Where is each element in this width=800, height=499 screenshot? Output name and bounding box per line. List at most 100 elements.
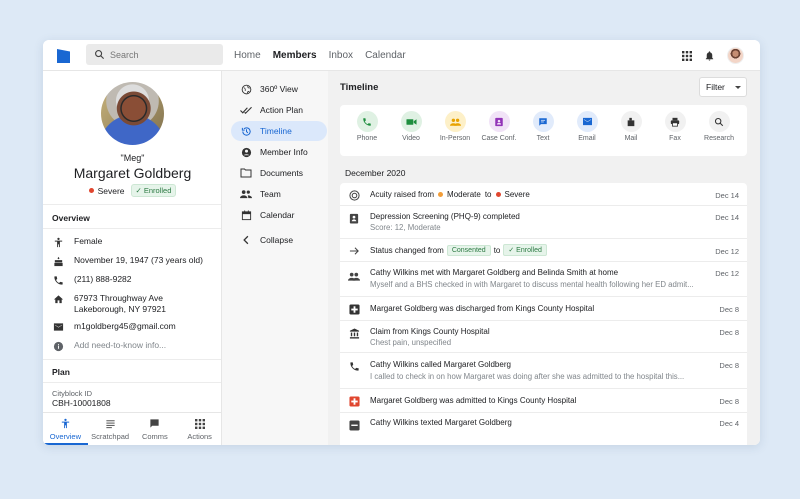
timeline-date: Dec 12 [715, 247, 739, 256]
timeline-text: Status changed from [370, 245, 444, 255]
timeline-row-admitted[interactable]: Margaret Goldberg was admitted to Kings … [340, 389, 747, 413]
timeline-row-meeting[interactable]: Cathy Wilkins met with Margaret Goldberg… [340, 262, 747, 297]
member-profile-panel: "Meg" Margaret Goldberg Severe ✓ Enrolle… [43, 71, 222, 445]
member-nickname: "Meg" [120, 153, 145, 163]
mailbox-icon [620, 111, 642, 132]
timeline-subtitle: Chest pain, unspecified [370, 338, 452, 347]
member-photo [101, 82, 164, 145]
apps-grid-icon[interactable] [682, 50, 692, 61]
page-title: Timeline [340, 82, 379, 93]
hospital-red-icon [348, 395, 360, 407]
timeline-title: Margaret Goldberg was discharged from Ki… [370, 304, 595, 313]
action-label: Video [402, 135, 420, 142]
subnav-calendar[interactable]: Calendar [231, 205, 327, 225]
timeline-date: Dec 12 [715, 269, 739, 278]
action-label: In-Person [439, 135, 471, 142]
divider [43, 359, 221, 360]
tab-label: Scratchpad [91, 432, 130, 441]
action-label: Text [536, 135, 550, 142]
nav-members[interactable]: Members [273, 50, 317, 61]
timeline-row-discharge[interactable]: Margaret Goldberg was discharged from Ki… [340, 297, 747, 321]
action-case-conf[interactable]: Case Conf. [477, 111, 521, 142]
search-input[interactable] [110, 47, 218, 62]
subnav-member-info[interactable]: Member Info [231, 142, 327, 162]
home-icon [52, 293, 64, 305]
tab-scratchpad[interactable]: Scratchpad [88, 413, 133, 445]
bell-icon[interactable] [704, 50, 715, 62]
action-phone[interactable]: Phone [345, 111, 389, 142]
timeline-title: Cathy Wilkins met with Margaret Goldberg… [370, 268, 619, 277]
caret-down-icon [735, 86, 741, 89]
tab-actions[interactable]: Actions [177, 413, 221, 445]
app-window: Home Members Inbox Calendar "Meg" Margar… [43, 40, 760, 445]
tab-comms[interactable]: Comms [133, 413, 178, 445]
timeline-text: to [484, 190, 492, 199]
address-text: 67973 Throughway Ave Lakeborough, NY 9792… [74, 293, 166, 315]
hospital-icon [348, 303, 360, 315]
user-avatar[interactable] [727, 47, 744, 64]
timeline-row-acuity[interactable]: Acuity raised from Moderate to Severe De… [340, 183, 747, 206]
email-row: m1goldberg45@gmail.com [52, 321, 176, 333]
subnav-collapse[interactable]: Collapse [231, 230, 327, 250]
address-row: 67973 Throughway Ave Lakeborough, NY 9792… [52, 293, 166, 315]
action-email[interactable]: Email [565, 111, 609, 142]
subnav-timeline[interactable]: Timeline [231, 121, 327, 141]
action-in-person[interactable]: In-Person [433, 111, 477, 142]
action-label: Mail [624, 135, 638, 142]
nav-inbox[interactable]: Inbox [329, 50, 353, 61]
tab-label: Overview [49, 432, 81, 441]
folder-icon [240, 167, 252, 179]
timeline-title: Acuity raised from Moderate to Severe [370, 190, 530, 199]
nav-calendar[interactable]: Calendar [365, 50, 406, 61]
need-to-know-row[interactable]: Add need-to-know info... [52, 340, 166, 352]
action-label: Phone [356, 135, 378, 142]
subnav-team[interactable]: Team [231, 184, 327, 204]
timeline-text: Acuity raised from [370, 190, 435, 199]
subnav-360-view[interactable]: 360º View [231, 79, 327, 99]
timeline-row-claim[interactable]: Claim from Kings County Hospital Chest p… [340, 321, 747, 353]
timeline-row-texted[interactable]: Cathy Wilkins texted Margaret Goldberg D… [340, 413, 747, 445]
account-circle-icon [240, 146, 252, 158]
timeline-list: Acuity raised from Moderate to Severe De… [340, 183, 747, 445]
gender-row: Female [52, 236, 102, 248]
timeline-row-status[interactable]: Status changed from Consented to ✓ Enrol… [340, 239, 747, 262]
need-to-know-placeholder[interactable]: Add need-to-know info... [74, 340, 166, 351]
phone-icon [356, 111, 378, 132]
phone-icon [348, 360, 360, 372]
divider [43, 382, 221, 383]
search-box[interactable] [86, 44, 223, 65]
action-video[interactable]: Video [389, 111, 433, 142]
action-text[interactable]: Text [521, 111, 565, 142]
tab-overview[interactable]: Overview [43, 413, 88, 445]
severe-dot-icon [495, 192, 501, 197]
phone-text[interactable]: (211) 888-9282 [74, 274, 132, 285]
tab-label: Comms [141, 432, 168, 441]
divider [43, 204, 221, 205]
subnav-label: Team [260, 189, 281, 199]
action-mail[interactable]: Mail [609, 111, 653, 142]
action-fax[interactable]: Fax [653, 111, 697, 142]
address-line-1: 67973 Throughway Ave [74, 293, 164, 303]
calendar-icon [240, 209, 252, 221]
severity-label: Severe [97, 185, 125, 196]
nav-home[interactable]: Home [234, 50, 261, 61]
person-icon [52, 236, 64, 248]
bank-icon [348, 327, 360, 339]
dob-row: November 19, 1947 (73 years old) [52, 255, 203, 267]
email-text[interactable]: m1goldberg45@gmail.com [74, 321, 176, 332]
subnav-documents[interactable]: Documents [231, 163, 327, 183]
app-logo[interactable] [57, 49, 70, 63]
action-research[interactable]: Research [697, 111, 741, 142]
member-tags: Severe ✓ Enrolled [43, 184, 221, 197]
subnav-action-plan[interactable]: Action Plan [231, 100, 327, 120]
timeline-row-call[interactable]: Cathy Wilkins called Margaret Goldberg I… [340, 353, 747, 389]
acuity-from: Moderate [447, 190, 481, 199]
timeline-date: Dec 8 [719, 305, 739, 314]
sms-icon [348, 419, 360, 431]
cake-icon [52, 255, 64, 267]
filter-dropdown[interactable]: Filter [699, 77, 747, 97]
globe-icon [240, 83, 252, 95]
assignment-icon [348, 212, 360, 224]
timeline-title: Margaret Goldberg was admitted to Kings … [370, 396, 577, 405]
timeline-row-screening[interactable]: Depression Screening (PHQ-9) completed S… [340, 206, 747, 239]
